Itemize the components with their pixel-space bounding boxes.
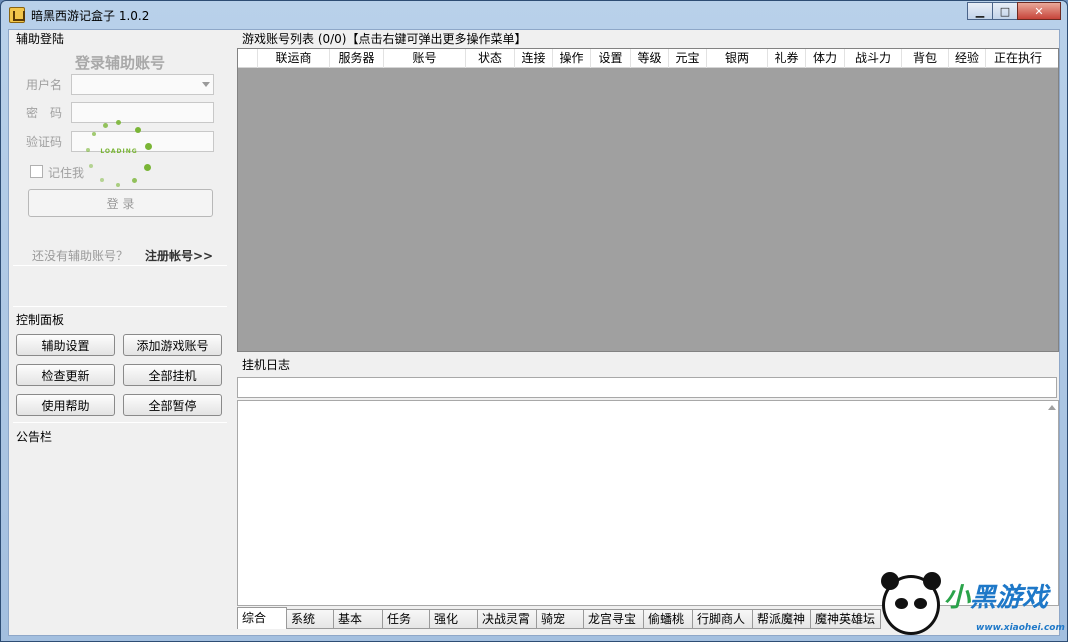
tab-merchant[interactable]: 行脚商人 — [693, 609, 753, 629]
start-all-button[interactable]: 全部挂机 — [123, 364, 222, 386]
table-header: 联运商 服务器 账号 状态 连接 操作 设置 等级 元宝 银两 礼券 体力 战斗… — [238, 49, 1058, 68]
title-bar[interactable]: 暗黑西游记盒子 1.0.2 ▁ □ ✕ — [1, 1, 1067, 29]
column-header[interactable]: 正在执行 — [986, 49, 1050, 68]
tab-basic[interactable]: 基本 — [334, 609, 383, 629]
column-header[interactable]: 操作 — [553, 49, 591, 68]
remember-checkbox[interactable] — [30, 165, 43, 178]
pause-all-button[interactable]: 全部暂停 — [123, 394, 222, 416]
tab-mount[interactable]: 骑宠 — [537, 609, 584, 629]
column-header[interactable]: 连接 — [515, 49, 553, 68]
tab-treasure[interactable]: 龙宫寻宝 — [584, 609, 644, 629]
column-header[interactable]: 元宝 — [669, 49, 707, 68]
column-header[interactable]: 礼券 — [768, 49, 806, 68]
help-button[interactable]: 使用帮助 — [16, 394, 115, 416]
account-list-label: 游戏账号列表 (0/0)【点击右键可弹出更多操作菜单】 — [242, 32, 527, 46]
check-update-button[interactable]: 检查更新 — [16, 364, 115, 386]
captcha-label: 验证码 — [26, 135, 63, 149]
chevron-down-icon[interactable] — [202, 82, 210, 87]
log-tabs: 综合 系统 基本 任务 强化 决战灵霄 骑宠 龙宫寻宝 偷蟠桃 行脚商人 帮派魔… — [237, 607, 881, 629]
login-group-label: 辅助登陆 — [16, 32, 65, 46]
control-panel-label: 控制面板 — [16, 313, 65, 327]
column-header[interactable]: 联运商 — [258, 49, 330, 68]
login-button[interactable]: 登 录 — [28, 189, 213, 217]
password-label: 密 码 — [26, 106, 63, 120]
tab-duel[interactable]: 决战灵霄 — [478, 609, 537, 629]
panda-icon — [881, 572, 941, 635]
username-label: 用户名 — [26, 78, 63, 92]
account-table[interactable]: 联运商 服务器 账号 状态 连接 操作 设置 等级 元宝 银两 礼券 体力 战斗… — [237, 48, 1059, 352]
no-account-text: 还没有辅助账号？ — [32, 249, 129, 263]
column-header[interactable]: 状态 — [466, 49, 515, 68]
column-header[interactable]: 体力 — [806, 49, 845, 68]
tab-general[interactable]: 综合 — [237, 607, 287, 629]
column-header[interactable]: 战斗力 — [845, 49, 902, 68]
client-area: 辅助登陆 登录辅助账号 用户名 密 码 验证码 记住我 LOADING 登 录 … — [8, 29, 1060, 636]
minimize-button[interactable]: ▁ — [967, 2, 993, 20]
add-game-account-button[interactable]: 添加游戏账号 — [123, 334, 222, 356]
tab-hero-altar[interactable]: 魔神英雄坛 — [811, 609, 881, 629]
watermark-url: www.xiaohei.com — [976, 623, 1065, 633]
register-link[interactable]: 注册帐号>> — [145, 247, 213, 264]
divider — [13, 265, 227, 266]
column-header[interactable]: 设置 — [591, 49, 631, 68]
assist-settings-button[interactable]: 辅助设置 — [16, 334, 115, 356]
column-header[interactable]: 服务器 — [330, 49, 384, 68]
left-panel: 辅助登陆 登录辅助账号 用户名 密 码 验证码 记住我 LOADING 登 录 … — [9, 30, 231, 635]
tab-enhance[interactable]: 强化 — [430, 609, 478, 629]
app-window: 暗黑西游记盒子 1.0.2 ▁ □ ✕ 辅助登陆 登录辅助账号 用户名 密 码 … — [0, 0, 1068, 642]
column-header[interactable]: 账号 — [384, 49, 466, 68]
tab-guild-demon[interactable]: 帮派魔神 — [753, 609, 811, 629]
column-header[interactable]: 等级 — [631, 49, 669, 68]
scroll-up-icon[interactable] — [1048, 405, 1056, 410]
window-controls: ▁ □ ✕ — [967, 2, 1061, 20]
log-filter-input[interactable] — [237, 377, 1057, 398]
window-title: 暗黑西游记盒子 1.0.2 — [31, 9, 150, 23]
username-select[interactable] — [71, 74, 214, 95]
column-header[interactable]: 背包 — [902, 49, 949, 68]
column-header[interactable]: 经验 — [949, 49, 986, 68]
notice-label: 公告栏 — [16, 430, 53, 444]
tab-system[interactable]: 系统 — [287, 609, 334, 629]
log-label: 挂机日志 — [242, 358, 291, 372]
tab-task[interactable]: 任务 — [383, 609, 430, 629]
watermark-text: 小黑游戏 — [944, 583, 1049, 613]
watermark-logo: 小黑游戏 www.xiaohei.com — [876, 572, 1066, 641]
close-button[interactable]: ✕ — [1017, 2, 1061, 20]
login-title: 登录辅助账号 — [74, 54, 165, 72]
tab-peach[interactable]: 偷蟠桃 — [644, 609, 693, 629]
app-icon — [9, 7, 25, 23]
column-header[interactable] — [238, 49, 258, 68]
divider — [13, 306, 227, 307]
remember-label: 记住我 — [48, 166, 85, 180]
divider — [13, 422, 227, 423]
loading-spinner: LOADING — [83, 118, 155, 190]
column-header[interactable]: 银两 — [707, 49, 768, 68]
maximize-button[interactable]: □ — [992, 2, 1018, 20]
loading-text: LOADING — [100, 148, 138, 155]
